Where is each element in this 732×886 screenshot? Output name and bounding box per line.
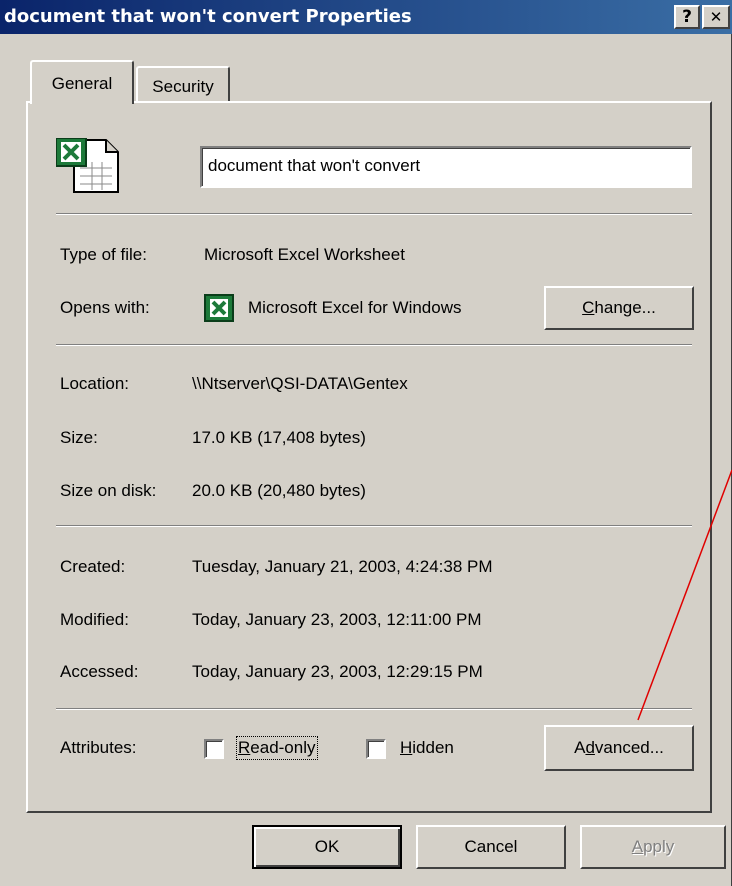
modified-label: Modified: [60, 610, 129, 629]
ok-label: OK [314, 837, 340, 856]
change-button-accel: C [582, 298, 595, 317]
size-label: Size: [60, 428, 98, 447]
help-button[interactable]: ? [674, 5, 700, 29]
change-button-label: hange... [594, 298, 656, 317]
modified-value: Today, January 23, 2003, 12:11:00 PM [192, 610, 482, 629]
hidden-accel: H [400, 738, 413, 757]
cancel-label: Cancel [464, 837, 518, 856]
separator [56, 525, 692, 527]
window-title: document that won't convert Properties [4, 6, 412, 27]
hidden-label-text: idden [412, 738, 454, 757]
apply-label: pply [643, 837, 675, 856]
size-value: 17.0 KB (17,408 bytes) [192, 428, 366, 447]
tab-security-label: Security [152, 77, 214, 96]
tab-general[interactable]: General [30, 60, 134, 104]
accessed-label: Accessed: [60, 662, 139, 681]
opens-with-label: Opens with: [60, 298, 150, 317]
readonly-checkbox[interactable] [204, 739, 224, 759]
attributes-label: Attributes: [60, 738, 137, 757]
type-of-file-value: Microsoft Excel Worksheet [204, 245, 405, 264]
opens-with-value: Microsoft Excel for Windows [248, 298, 462, 317]
title-bar[interactable]: document that won't convert Properties ?… [0, 0, 732, 34]
apply-button[interactable]: Apply [580, 825, 726, 869]
apply-accel: A [631, 837, 644, 856]
size-on-disk-label: Size on disk: [60, 481, 157, 500]
hidden-label[interactable]: Hidden [400, 738, 454, 758]
readonly-label[interactable]: Read-only [236, 736, 318, 760]
file-name-field[interactable]: document that won't convert [200, 146, 692, 188]
properties-dialog: document that won't convert Properties ?… [0, 0, 732, 886]
readonly-accel: R [238, 738, 251, 757]
advanced-button[interactable]: Ad vanced... [544, 725, 694, 771]
advanced-pre: A [574, 738, 586, 757]
excel-app-icon [204, 294, 234, 322]
separator [56, 708, 692, 710]
type-of-file-label: Type of file: [60, 245, 147, 264]
hidden-checkbox[interactable] [366, 739, 386, 759]
separator [56, 213, 692, 215]
created-label: Created: [60, 557, 126, 576]
ok-button[interactable]: OK [252, 825, 402, 869]
close-icon: ✕ [709, 8, 723, 26]
advanced-accel: d [585, 738, 595, 757]
location-value: \\Ntserver\QSI-DATA\Gentex [192, 374, 408, 393]
size-on-disk-value: 20.0 KB (20,480 bytes) [192, 481, 366, 500]
tab-security[interactable]: Security [136, 66, 230, 102]
location-label: Location: [60, 374, 129, 393]
accessed-value: Today, January 23, 2003, 12:29:15 PM [192, 662, 483, 681]
close-button[interactable]: ✕ [702, 5, 730, 29]
help-icon: ? [682, 7, 692, 27]
change-button[interactable]: Change... [544, 286, 694, 330]
tab-general-label: General [51, 74, 113, 93]
general-tab-panel [26, 101, 712, 813]
advanced-post: vanced... [594, 738, 664, 757]
separator [56, 344, 692, 346]
created-value: Tuesday, January 21, 2003, 4:24:38 PM [192, 557, 493, 576]
excel-file-icon [56, 138, 119, 193]
cancel-button[interactable]: Cancel [416, 825, 566, 869]
readonly-label-text: ead-only [250, 738, 316, 757]
